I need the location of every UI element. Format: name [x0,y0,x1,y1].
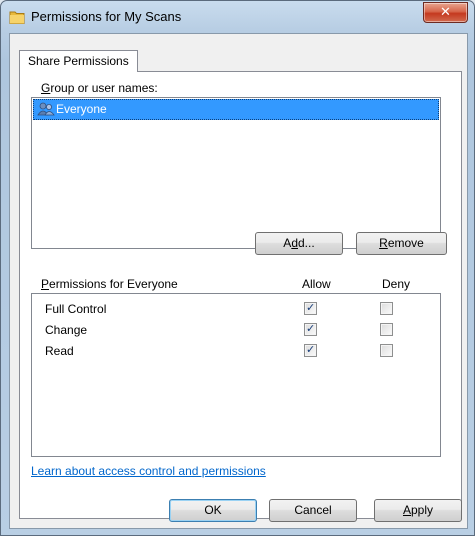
allow-column-header: Allow [302,277,331,291]
add-button[interactable]: Add... [255,232,343,255]
deny-full-control-checkbox[interactable] [380,302,393,315]
close-icon: ✕ [440,4,451,19]
checkmark-icon: ✓ [306,323,316,335]
dialog-client-area: Share Permissions Group or user names: E… [9,33,468,529]
users-icon [37,102,55,116]
allow-read-checkbox[interactable]: ✓ [304,344,317,357]
folder-icon [9,11,25,24]
permission-name: Read [45,344,74,358]
title-bar[interactable]: Permissions for My Scans ✕ [1,1,474,33]
apply-button[interactable]: Apply [374,499,462,522]
remove-button[interactable]: Remove [356,232,447,255]
allow-change-checkbox[interactable]: ✓ [304,323,317,336]
permission-row-change: Change ✓ [32,320,440,340]
cancel-button[interactable]: Cancel [269,499,357,522]
permission-name: Change [45,323,88,337]
group-names-label: Group or user names: [41,81,158,95]
list-item-everyone[interactable]: Everyone [33,99,439,120]
ok-button[interactable]: OK [169,499,257,522]
permission-name: Full Control [45,302,107,316]
help-link[interactable]: Learn about access control and permissio… [31,464,266,478]
deny-read-checkbox[interactable] [380,344,393,357]
close-button[interactable]: ✕ [423,2,468,23]
permissions-header-label: Permissions for Everyone [41,277,178,291]
checkmark-icon: ✓ [306,302,316,314]
allow-full-control-checkbox[interactable]: ✓ [304,302,317,315]
window-title: Permissions for My Scans [31,9,182,24]
group-user-list[interactable]: Everyone [31,97,441,249]
tab-share-permissions[interactable]: Share Permissions [19,50,138,72]
checkmark-icon: ✓ [306,344,316,356]
deny-column-header: Deny [382,277,411,291]
permission-row-full-control: Full Control ✓ [32,299,440,319]
deny-change-checkbox[interactable] [380,323,393,336]
permissions-list: Full Control ✓ Change ✓ Read ✓ [31,293,441,457]
list-item-label: Everyone [56,102,107,116]
dialog-window: Permissions for My Scans ✕ Share Permiss… [0,0,475,536]
permission-row-read: Read ✓ [32,341,440,361]
